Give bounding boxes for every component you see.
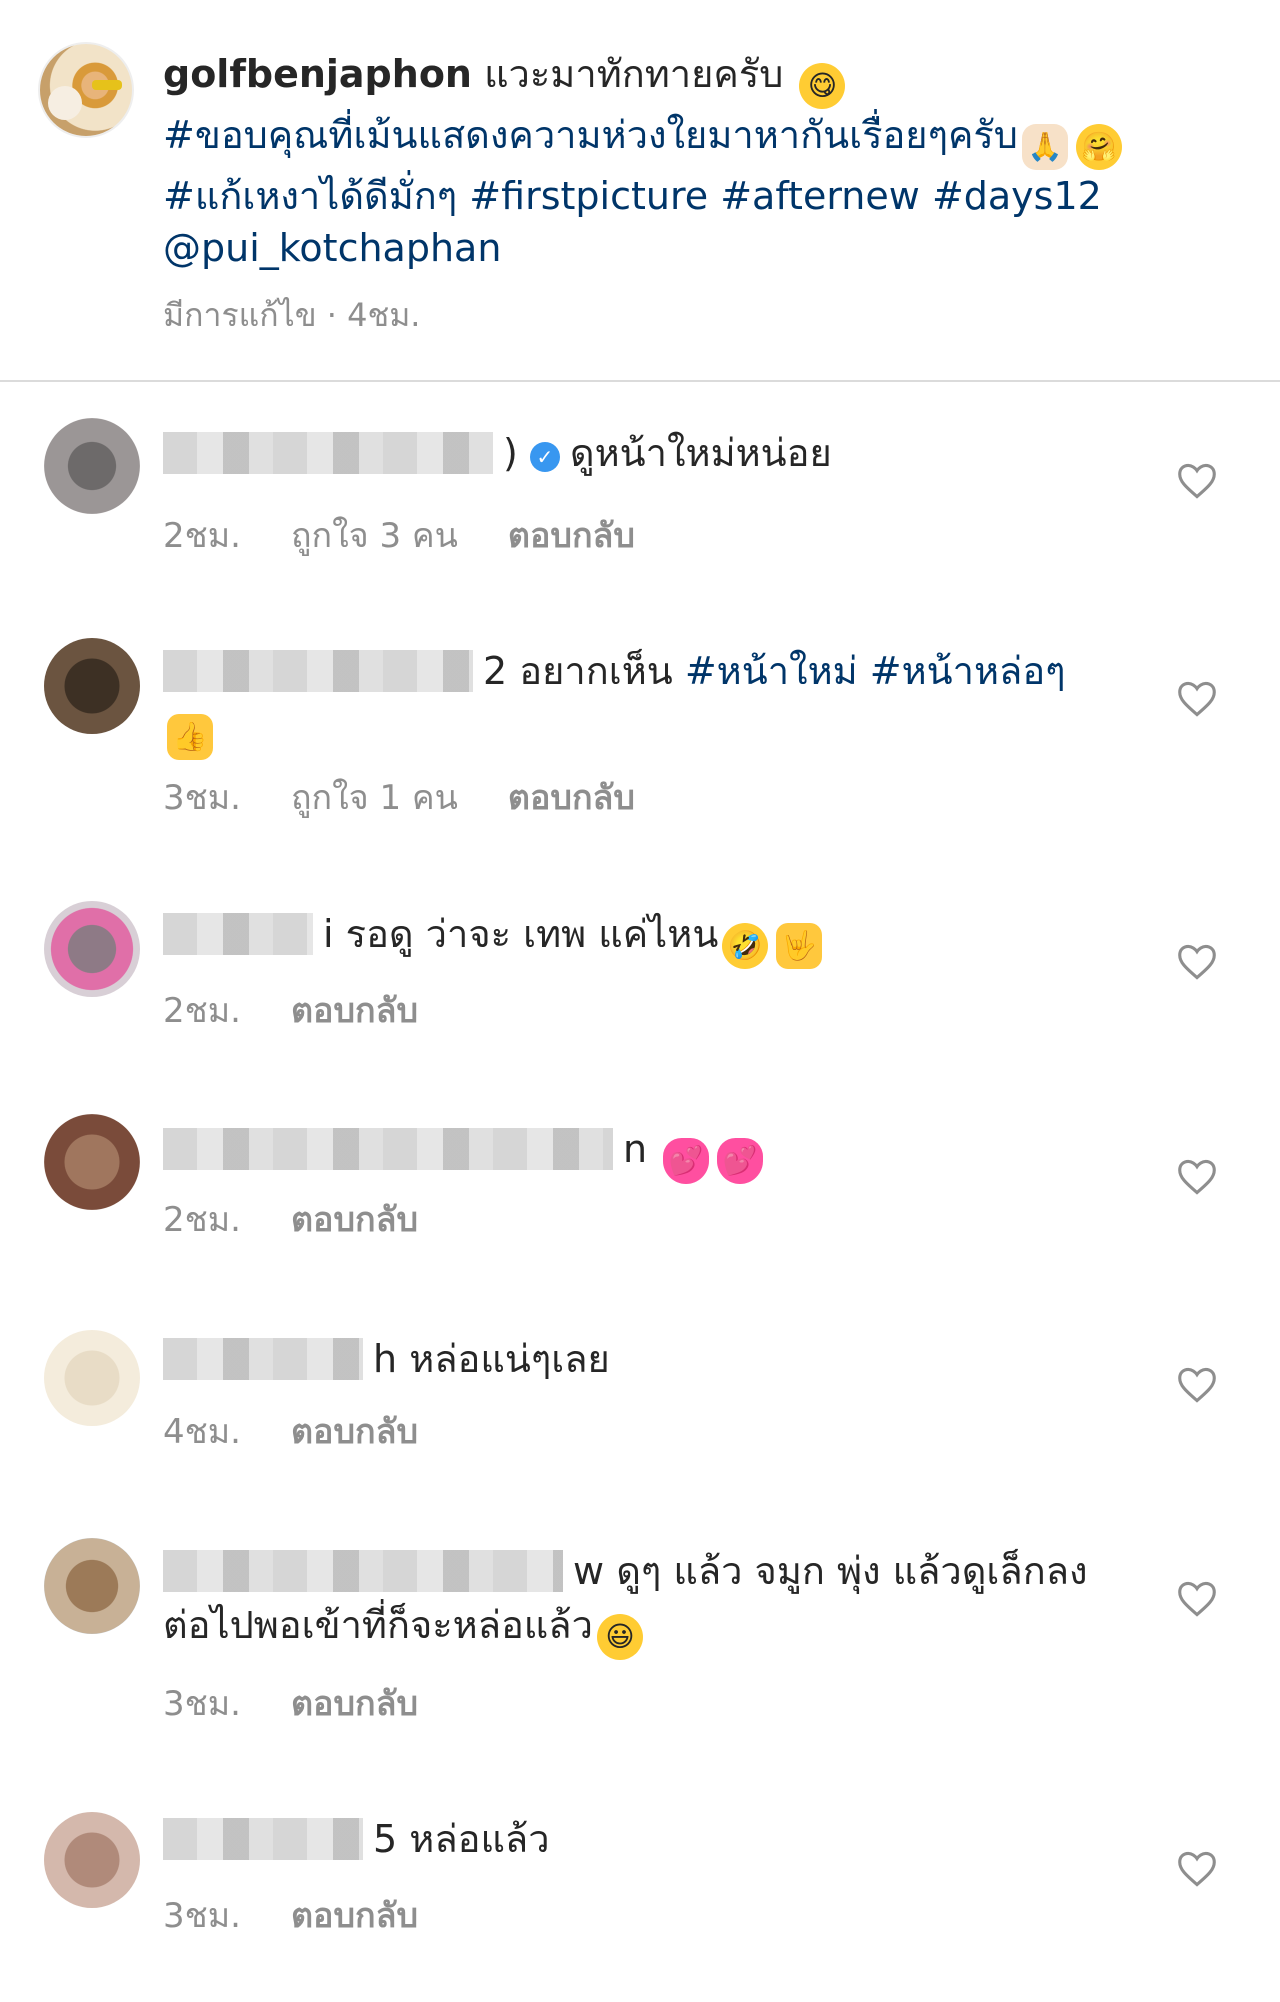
verified-badge-icon: ✓ [529, 442, 560, 472]
caption-edited-time: มีการแก้ไข · 4ชม. [163, 296, 421, 334]
comment-avatar[interactable] [22, 1804, 140, 1922]
reply-button[interactable]: ตอบกลับ [291, 1684, 418, 1724]
post-caption: golfbenjaphon แวะมาทักทายครับ 😋 #ขอบคุณท… [0, 0, 1280, 380]
heart-icon[interactable] [1176, 1158, 1218, 1196]
comment-body: อยากเห็น [519, 649, 673, 693]
hashtag-lonely[interactable]: #แก้เหงาได้ดีมั่กๆ [163, 174, 457, 218]
caption-greeting: แวะมาทักทายครับ [471, 52, 796, 96]
hashtag-afternew[interactable]: #afternew [720, 174, 920, 218]
username-tail[interactable]: w [573, 1549, 604, 1593]
avatar-glasses [92, 80, 122, 90]
heart-icon[interactable] [1176, 680, 1218, 718]
comment-body-line1: ดูๆ แล้ว จมูก พุ่ง แล้วดูเล็กลง [616, 1549, 1088, 1593]
comment-meta: 3ชม. ตอบกลับ [163, 1888, 468, 1942]
username-tail[interactable]: 2 [483, 649, 507, 693]
comment-item: ) ✓ ดูหน้าใหม่หน่อย 2ชม. ถูกใจ 3 คน ตอบกลับ [0, 410, 1280, 580]
username-blurred[interactable] [163, 432, 493, 474]
username-blurred[interactable] [163, 1128, 613, 1170]
reply-button[interactable]: ตอบกลับ [291, 1412, 418, 1452]
love-you-gesture-emoji-icon: 🤟 [776, 923, 823, 969]
comment-meta: 2ชม. ถูกใจ 3 คน ตอบกลับ [163, 508, 685, 562]
comment-meta: 3ชม. ตอบกลับ [163, 1676, 468, 1730]
heart-icon[interactable] [1176, 1366, 1218, 1404]
username-blurred[interactable] [163, 913, 313, 955]
hashtag-handsome[interactable]: #หน้าหล่อๆ [870, 649, 1066, 693]
hashtag-days12[interactable]: #days12 [932, 174, 1102, 218]
comment-text: h หล่อแน่ๆเลย [163, 1332, 1123, 1386]
comment-meta: 2ชม. ตอบกลับ [163, 1192, 468, 1246]
reply-button[interactable]: ตอบกลับ [508, 516, 635, 556]
hug-emoji-icon: 🤗 [1075, 124, 1122, 170]
heart-icon[interactable] [1176, 1850, 1218, 1888]
caption-username[interactable]: golfbenjaphon [163, 52, 472, 96]
rofl-emoji-icon: 🤣 [722, 923, 769, 969]
comment-avatar[interactable] [22, 1106, 140, 1224]
comment-time: 2ชม. [163, 1200, 241, 1240]
comment-text: ) ✓ ดูหน้าใหม่หน่อย [163, 426, 1123, 480]
comment-time: 4ชม. [163, 1412, 241, 1452]
comment-item: i รอดู ว่าจะ เทพ แค่ไหน 🤣 🤟 2ชม. ตอบกลับ [0, 893, 1280, 1063]
comment-body: หล่อแน่ๆเลย [409, 1337, 610, 1381]
comment-time: 3ชม. [163, 778, 241, 818]
comment-text: 2 อยากเห็น #หน้าใหม่ #หน้าหล่อๆ 👍 [163, 644, 1123, 760]
comment-body-line2: ต่อไปพอเข้าที่ก็จะหล่อแล้ว [163, 1603, 593, 1647]
comment-time: 3ชม. [163, 1896, 241, 1936]
hashtag-newface[interactable]: #หน้าใหม่ [685, 649, 858, 693]
yum-emoji-icon: 😋 [799, 63, 846, 109]
username-blurred[interactable] [163, 1338, 363, 1380]
comment-avatar[interactable] [22, 1322, 140, 1440]
comment-text: w ดูๆ แล้ว จมูก พุ่ง แล้วดูเล็กลง ต่อไปพ… [163, 1544, 1123, 1660]
username-tail[interactable]: ) [503, 431, 518, 475]
thumbs-up-emoji-icon: 👍 [167, 714, 213, 760]
divider [0, 380, 1280, 382]
two-hearts-emoji-icon: 💕 [663, 1138, 710, 1184]
comment-item: h หล่อแน่ๆเลย 4ชม. ตอบกลับ [0, 1322, 1280, 1492]
comment-item: w ดูๆ แล้ว จมูก พุ่ง แล้วดูเล็กลง ต่อไปพ… [0, 1530, 1280, 1730]
avatar-dog [48, 86, 82, 120]
hashtag-thanks[interactable]: #ขอบคุณที่เม้นแสดงความห่วงใยมาหากันเรื่อ… [163, 113, 1018, 157]
author-avatar[interactable] [38, 42, 134, 138]
comment-avatar[interactable] [22, 630, 140, 748]
smile-emoji-icon: 😃 [596, 1614, 643, 1660]
pray-emoji-icon: 🙏 [1021, 124, 1068, 170]
username-tail[interactable]: 5 [373, 1817, 397, 1861]
comment-item: n 💕 💕 2ชม. ตอบกลับ [0, 1106, 1280, 1276]
comment-time: 3ชม. [163, 1684, 241, 1724]
comment-text: n 💕 💕 [163, 1122, 1123, 1184]
username-blurred[interactable] [163, 1818, 363, 1860]
comment-time: 2ชม. [163, 991, 241, 1031]
comment-meta: 3ชม. ถูกใจ 1 คน ตอบกลับ [163, 770, 685, 824]
comment-body: รอดู ว่าจะ เทพ แค่ไหน [345, 912, 719, 956]
comment-meta: 4ชม. ตอบกลับ [163, 1404, 468, 1458]
username-tail[interactable]: i [323, 912, 334, 956]
comment-body: หล่อแล้ว [409, 1817, 550, 1861]
comment-avatar[interactable] [22, 893, 140, 1011]
heart-icon[interactable] [1176, 943, 1218, 981]
comment-likes[interactable]: ถูกใจ 3 คน [291, 516, 458, 556]
comment-body: ดูหน้าใหม่หน่อย [569, 431, 832, 475]
username-tail[interactable]: h [373, 1337, 397, 1381]
reply-button[interactable]: ตอบกลับ [291, 991, 418, 1031]
two-hearts-emoji-icon: 💕 [717, 1138, 764, 1184]
comment-text: 5 หล่อแล้ว [163, 1812, 1123, 1866]
comment-time: 2ชม. [163, 516, 241, 556]
reply-button[interactable]: ตอบกลับ [291, 1896, 418, 1936]
comment-avatar[interactable] [22, 1530, 140, 1648]
reply-button[interactable]: ตอบกลับ [508, 778, 635, 818]
comment-avatar[interactable] [22, 410, 140, 528]
comment-item: 5 หล่อแล้ว 3ชม. ตอบกลับ [0, 1804, 1280, 1974]
username-tail[interactable]: n [623, 1127, 647, 1171]
comment-meta: 2ชม. ตอบกลับ [163, 983, 468, 1037]
comment-item: 2 อยากเห็น #หน้าใหม่ #หน้าหล่อๆ 👍 3ชม. ถู… [0, 630, 1280, 830]
reply-button[interactable]: ตอบกลับ [291, 1200, 418, 1240]
caption-text: golfbenjaphon แวะมาทักทายครับ 😋 #ขอบคุณท… [163, 48, 1243, 274]
mention-link[interactable]: @pui_kotchaphan [163, 226, 501, 270]
username-blurred[interactable] [163, 1550, 563, 1592]
comment-text: i รอดู ว่าจะ เทพ แค่ไหน 🤣 🤟 [163, 907, 1123, 969]
username-blurred[interactable] [163, 650, 473, 692]
comment-likes[interactable]: ถูกใจ 1 คน [291, 778, 458, 818]
heart-icon[interactable] [1176, 462, 1218, 500]
heart-icon[interactable] [1176, 1580, 1218, 1618]
hashtag-firstpicture[interactable]: #firstpicture [469, 174, 708, 218]
